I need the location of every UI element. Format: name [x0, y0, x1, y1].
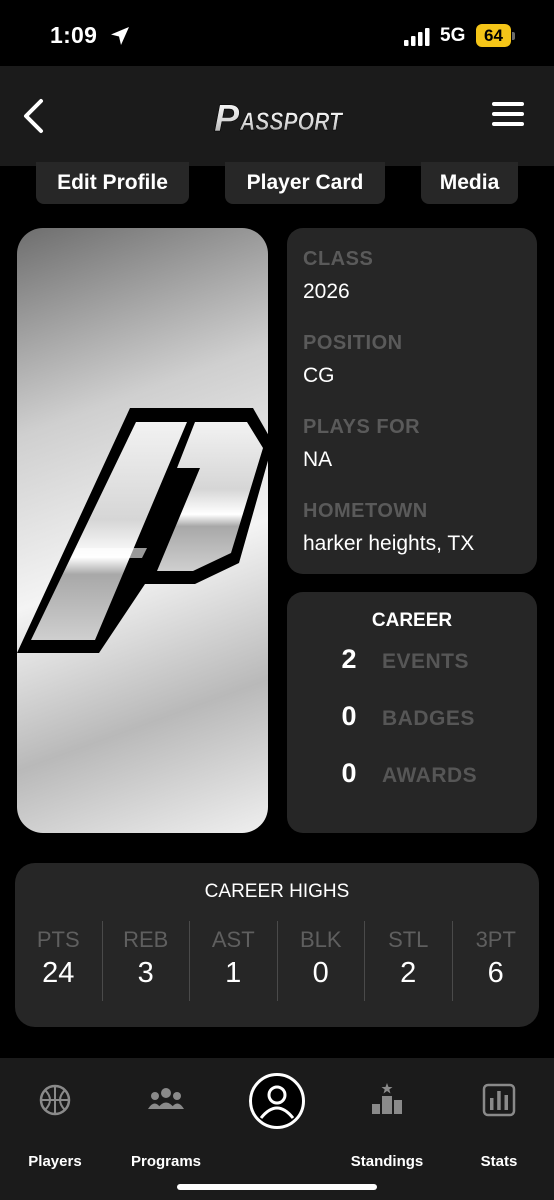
passport-logo: P ASSPORT [214, 98, 345, 138]
hometown-label: HOMETOWN [303, 500, 428, 522]
position-value: CG [303, 364, 335, 387]
stat-key: PTS [36, 927, 80, 952]
stat-reb: REB 3 [101, 921, 190, 1001]
nav-programs[interactable]: Programs [111, 1080, 221, 1170]
nav-standings[interactable]: Standings [332, 1080, 442, 1170]
cellular-signal-icon [404, 28, 430, 46]
status-bar: 1:09 5G 64 [0, 0, 554, 66]
media-button[interactable]: Media [421, 162, 518, 204]
badges-label: BADGES [382, 707, 475, 730]
profile-button[interactable] [249, 1073, 305, 1129]
stat-value: 3 [137, 957, 154, 989]
battery-level: 64 [484, 26, 503, 45]
nav-standings-label: Standings [350, 1153, 424, 1170]
nav-programs-label: Programs [130, 1153, 202, 1170]
nav-stats-label: Stats [480, 1153, 518, 1170]
nav-players-label: Players [28, 1153, 82, 1170]
stat-key: REB [123, 927, 169, 952]
player-card-button[interactable]: Player Card [225, 162, 385, 204]
career-title: CAREER [371, 610, 453, 631]
home-indicator[interactable] [177, 1184, 377, 1190]
awards-label: AWARDS [382, 764, 478, 787]
career-badges-row[interactable]: 0 BADGES [287, 701, 537, 741]
position-label: POSITION [303, 332, 403, 354]
stat-blk: BLK 0 [276, 921, 365, 1001]
class-value: 2026 [303, 280, 350, 303]
stat-pts: PTS 24 [15, 921, 102, 1001]
basketball-icon [39, 1084, 71, 1116]
stat-ast: AST 1 [189, 921, 277, 1001]
edit-profile-button[interactable]: Edit Profile [36, 162, 189, 204]
group-icon [148, 1088, 184, 1109]
bottom-nav: Players Programs Standings Stats [0, 1058, 554, 1200]
stat-key: BLK [299, 927, 342, 952]
stat-key: STL [388, 927, 429, 952]
plays-for-label: PLAYS FOR [303, 416, 421, 438]
awards-count: 0 [341, 758, 357, 788]
app-header: P ASSPORT [0, 66, 554, 166]
stat-key: 3PT [475, 927, 516, 952]
network-type: 5G [440, 25, 466, 46]
events-count: 2 [341, 644, 357, 674]
passport-p-logo-icon [17, 408, 268, 653]
svg-text:P: P [214, 98, 240, 138]
career-card: CAREER 2 EVENTS 0 BADGES 0 AWARDS [287, 592, 537, 833]
stat-value: 0 [312, 957, 329, 989]
location-arrow-icon [111, 27, 129, 45]
stat-key: AST [211, 927, 255, 952]
career-events-row[interactable]: 2 EVENTS [287, 644, 537, 684]
stat-stl: STL 2 [364, 921, 452, 1001]
stat-value: 24 [42, 957, 75, 989]
hometown-value: harker heights, TX [303, 532, 475, 555]
career-highs-card: CAREER HIGHS PTS 24 REB 3 AST 1 BLK 0 ST… [15, 863, 539, 1027]
player-photo[interactable] [17, 228, 268, 833]
stat-value: 1 [225, 957, 242, 989]
nav-stats[interactable]: Stats [444, 1080, 554, 1170]
badges-count: 0 [341, 701, 357, 731]
stat-value: 2 [400, 957, 417, 989]
bar-chart-icon [482, 1083, 516, 1117]
nav-players[interactable]: Players [0, 1080, 110, 1170]
back-button[interactable] [16, 96, 50, 136]
events-label: EVENTS [382, 650, 470, 673]
profile-icon [259, 1085, 295, 1119]
career-highs-title: CAREER HIGHS [204, 881, 350, 902]
svg-text:ASSPORT: ASSPORT [239, 108, 344, 136]
stat-3pt: 3PT 6 [451, 921, 540, 1001]
career-awards-row[interactable]: 0 AWARDS [287, 758, 537, 798]
status-time: 1:09 [50, 22, 98, 48]
podium-icon [372, 1083, 402, 1114]
player-info-card: CLASS 2026 POSITION CG PLAYS FOR NA HOME… [287, 228, 537, 574]
battery-icon: 64 [476, 24, 516, 47]
stat-value: 6 [487, 957, 504, 989]
chevron-left-icon [24, 99, 43, 133]
class-label: CLASS [303, 248, 374, 270]
menu-button[interactable] [492, 102, 528, 128]
plays-for-value: NA [303, 448, 333, 471]
